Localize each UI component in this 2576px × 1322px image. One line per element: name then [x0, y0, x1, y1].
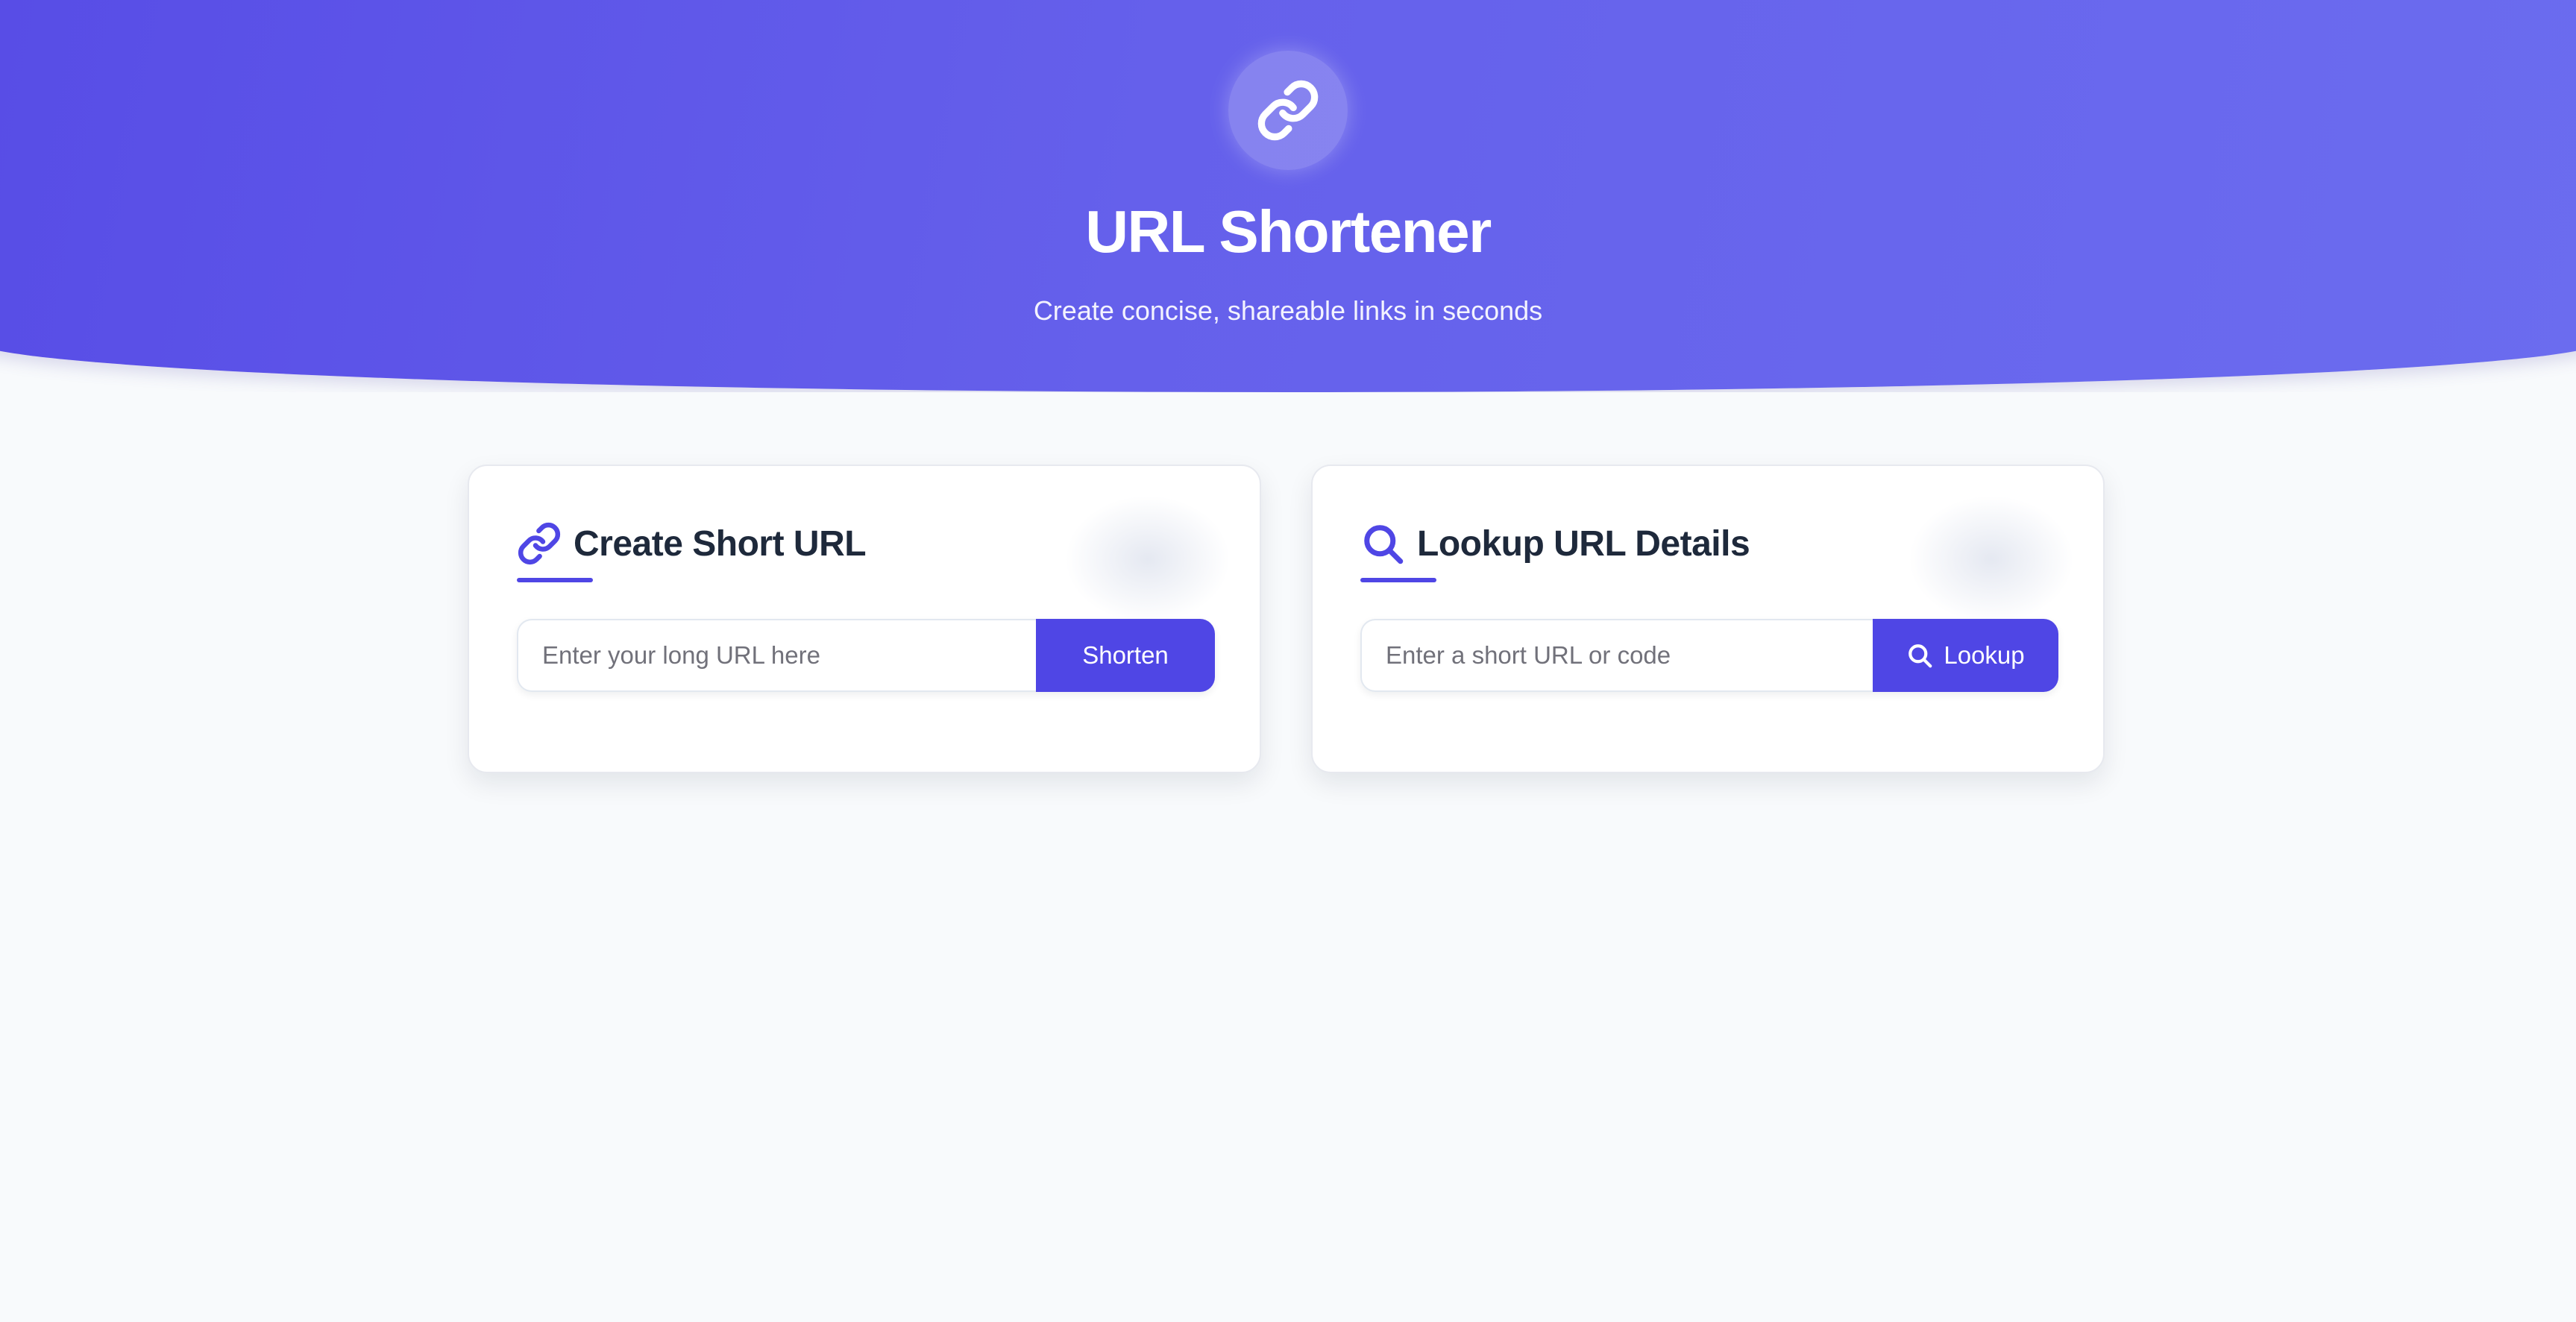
shorten-button[interactable]: Shorten: [1036, 619, 1215, 692]
card-decoration: [1066, 496, 1230, 623]
search-icon: [1909, 644, 1932, 668]
card-title: Lookup URL Details: [1417, 523, 1750, 564]
link-icon: [1257, 80, 1319, 141]
page-subtitle: Create concise, shareable links in secon…: [1033, 295, 1543, 326]
card-decoration: [1909, 496, 2073, 623]
hero-header: URL Shortener Create concise, shareable …: [0, 0, 2576, 392]
lookup-button-label: Lookup: [1944, 641, 2025, 669]
title-underline: [1360, 578, 1436, 582]
page-title: URL Shortener: [1085, 198, 1492, 265]
card-title: Create Short URL: [574, 523, 867, 564]
shorten-form: Shorten: [517, 619, 1215, 692]
lookup-button[interactable]: Lookup: [1873, 619, 2058, 692]
create-short-url-card: Create Short URL Shorten: [468, 465, 1261, 773]
card-header: Create Short URL: [517, 520, 867, 567]
logo-badge: [1228, 51, 1348, 170]
short-url-input[interactable]: [1360, 619, 1873, 692]
search-icon: [1364, 525, 1404, 564]
title-underline: [517, 578, 593, 582]
long-url-input[interactable]: [517, 619, 1036, 692]
lookup-form: Lookup: [1360, 619, 2058, 692]
link-icon: [518, 522, 561, 565]
card-header: Lookup URL Details: [1360, 520, 1750, 567]
shorten-button-label: Shorten: [1082, 641, 1169, 669]
lookup-url-card: Lookup URL Details Lookup: [1311, 465, 2105, 773]
